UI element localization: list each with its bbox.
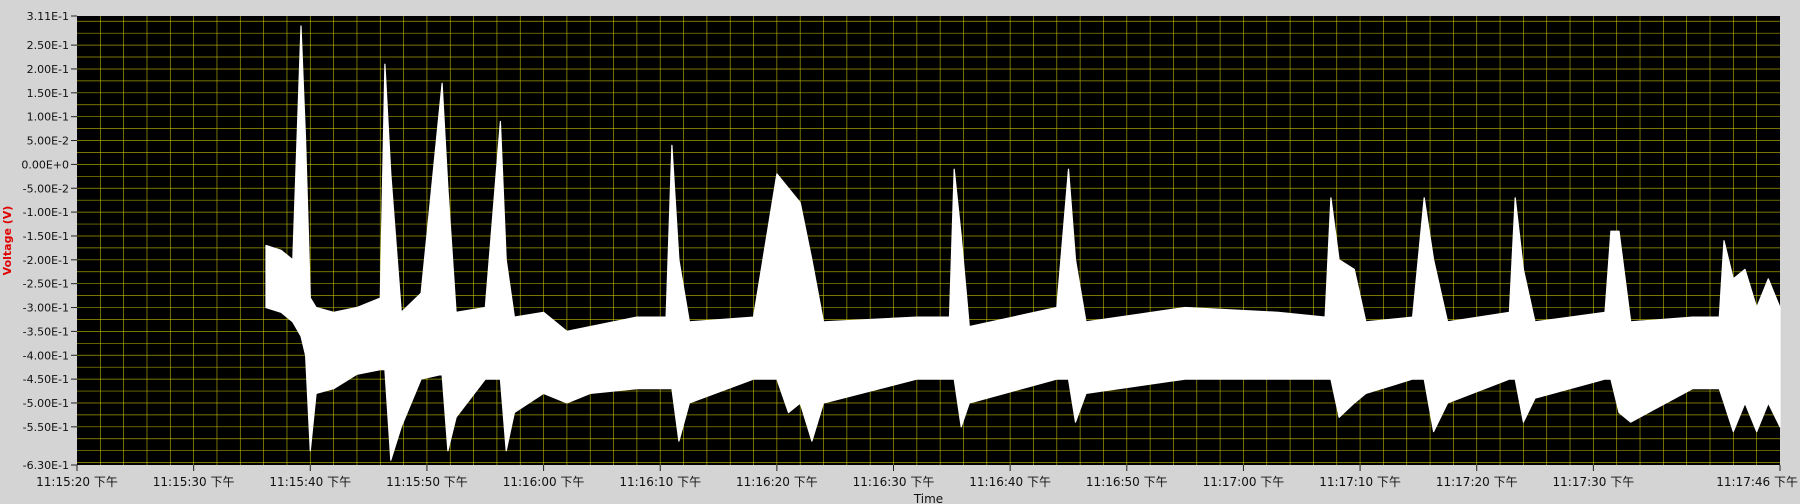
y-axis-title: Voltage (V) <box>1 206 14 276</box>
x-tick-label: 11:16:00 下午 <box>503 475 585 489</box>
y-tick-label: -5.50E-1 <box>23 421 69 434</box>
x-tick-label: 11:15:20 下午 <box>36 475 118 489</box>
x-tick-label: 11:17:20 下午 <box>1436 475 1518 489</box>
x-tick-label: 11:15:50 下午 <box>386 475 468 489</box>
y-tick-label: -3.50E-1 <box>23 325 69 338</box>
y-tick-label: 2.00E-1 <box>27 63 69 76</box>
y-tick-label: -5.00E-2 <box>23 182 69 195</box>
y-tick-label: -4.50E-1 <box>23 373 69 386</box>
y-tick-label: 3.11E-1 <box>27 10 69 23</box>
voltage-time-chart: 3.11E-1 2.50E-1 2.00E-1 1.50E-1 1.00E-1 5.00E… <box>0 0 1800 504</box>
y-tick-label: -1.50E-1 <box>23 230 69 243</box>
x-tick-label: 11:17:30 下午 <box>1553 475 1635 489</box>
x-tick-label: 11:16:30 下午 <box>853 475 935 489</box>
x-tick-label: 11:15:30 下午 <box>153 475 235 489</box>
y-tick-label: 1.00E-1 <box>27 111 69 124</box>
y-tick-label: -5.00E-1 <box>23 397 69 410</box>
y-tick-label: -1.00E-1 <box>23 206 69 219</box>
y-tick-label: -6.30E-1 <box>23 459 69 472</box>
y-tick-label: -3.00E-1 <box>23 302 69 315</box>
x-tick-label: 11:17:46 下午 <box>1716 475 1798 489</box>
x-tick-label: 11:16:50 下午 <box>1086 475 1168 489</box>
x-tick-label: 11:16:10 下午 <box>619 475 701 489</box>
y-tick-label: 1.50E-1 <box>27 87 69 100</box>
x-tick-label: 11:17:10 下午 <box>1319 475 1401 489</box>
x-tick-label: 11:15:40 下午 <box>269 475 351 489</box>
x-axis-title: Time <box>913 492 943 504</box>
x-tick-label: 11:16:40 下午 <box>969 475 1051 489</box>
chart-panel: 3.11E-1 2.50E-1 2.00E-1 1.50E-1 1.00E-1 5.00E… <box>0 0 1800 504</box>
y-tick-label: -2.50E-1 <box>23 278 69 291</box>
y-tick-label: -4.00E-1 <box>23 349 69 362</box>
y-tick-label: 2.50E-1 <box>27 39 69 52</box>
x-tick-label: 11:17:00 下午 <box>1203 475 1285 489</box>
y-tick-label: 0.00E+0 <box>21 158 69 171</box>
y-tick-label: 5.00E-2 <box>27 135 69 148</box>
x-tick-label: 11:16:20 下午 <box>736 475 818 489</box>
y-tick-label: -2.00E-1 <box>23 254 69 267</box>
